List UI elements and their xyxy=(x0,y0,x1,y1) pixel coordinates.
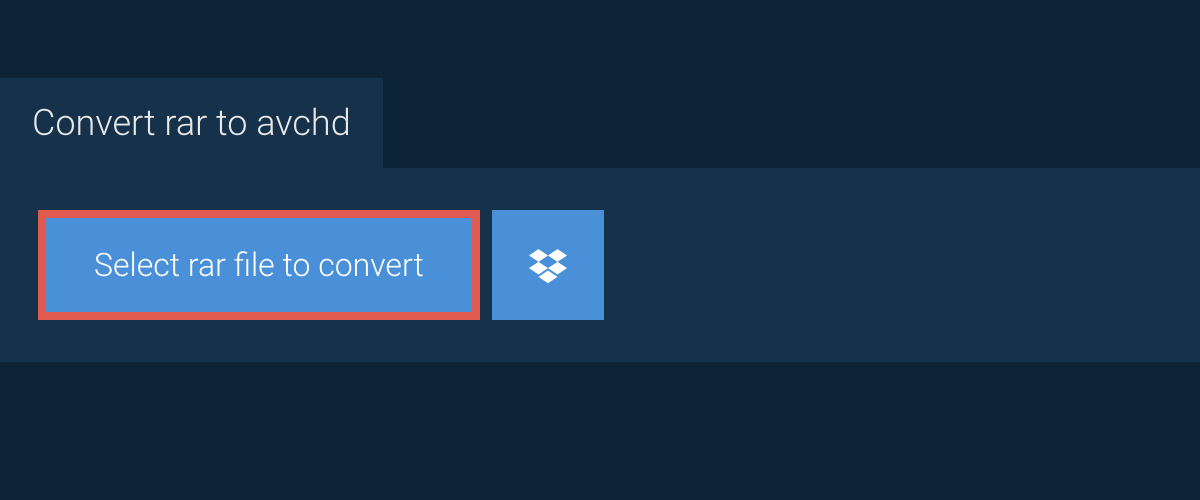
button-row: Select rar file to convert xyxy=(38,210,1162,320)
dropbox-icon xyxy=(529,246,567,284)
page-title: Convert rar to avchd xyxy=(32,102,351,144)
select-file-button[interactable]: Select rar file to convert xyxy=(38,210,480,320)
select-file-label: Select rar file to convert xyxy=(94,246,424,284)
action-panel: Select rar file to convert xyxy=(0,168,1200,362)
tab-header: Convert rar to avchd xyxy=(0,78,383,168)
dropbox-button[interactable] xyxy=(492,210,604,320)
